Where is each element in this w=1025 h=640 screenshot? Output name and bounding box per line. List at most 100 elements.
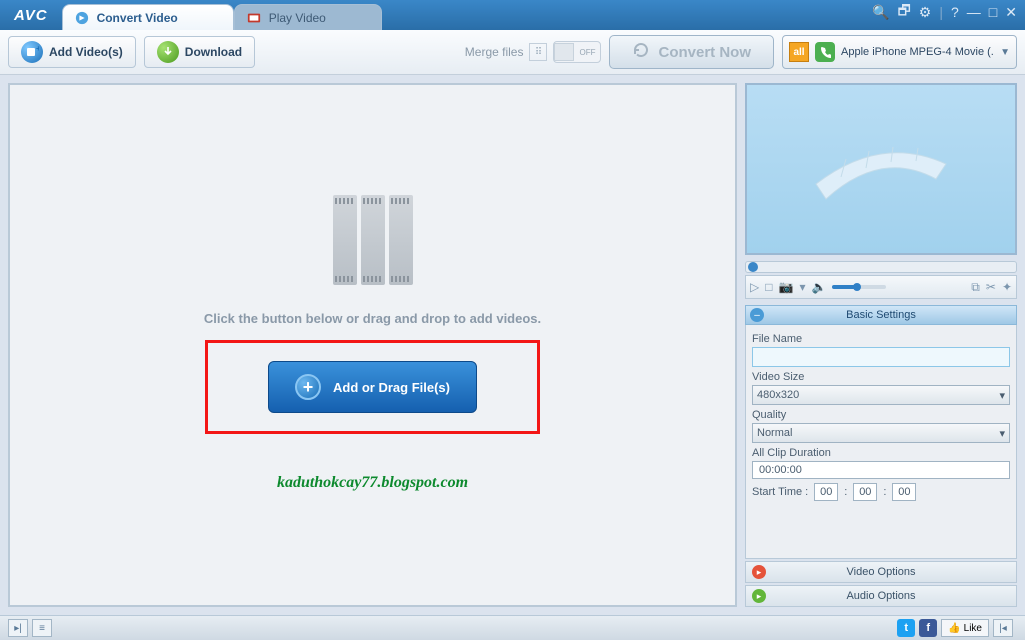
film-strip-icon bbox=[361, 195, 385, 285]
drop-hint-text: Click the button below or drag and drop … bbox=[204, 311, 541, 326]
thumbs-up-icon: 👍 bbox=[948, 623, 960, 634]
like-button[interactable]: 👍 Like bbox=[941, 619, 989, 637]
audio-options-bar[interactable]: ▸ Audio Options bbox=[745, 585, 1017, 607]
play-icon[interactable]: ▷ bbox=[750, 280, 759, 294]
quality-label: Quality bbox=[752, 409, 1010, 421]
seek-bar[interactable] bbox=[745, 261, 1017, 273]
plus-circle-icon: + bbox=[295, 374, 321, 400]
merge-toggle[interactable]: OFF bbox=[553, 41, 601, 63]
basic-settings-panel: File Name Video Size 480x320 ▾ Quality N… bbox=[745, 325, 1017, 559]
app-logo: AVC bbox=[0, 7, 62, 30]
film-strip-icon bbox=[389, 195, 413, 285]
button-label: Add Video(s) bbox=[49, 45, 123, 59]
tab-label: Play Video bbox=[269, 11, 326, 25]
chevron-down-icon: ▾ bbox=[999, 427, 1005, 440]
chevron-down-icon: ▼ bbox=[1000, 47, 1010, 58]
video-size-select[interactable]: 480x320 ▾ bbox=[752, 385, 1010, 405]
drop-zone[interactable]: Click the button below or drag and drop … bbox=[8, 83, 737, 607]
svg-text:+: + bbox=[36, 45, 39, 53]
film-strip-placeholder bbox=[333, 195, 413, 285]
film-preview-icon bbox=[806, 124, 956, 214]
audio-dot-icon: ▸ bbox=[752, 589, 766, 603]
stop-icon[interactable]: □ bbox=[765, 280, 772, 294]
tab-label: Convert Video bbox=[97, 11, 178, 25]
output-profile-selector[interactable]: all Apple iPhone MPEG-4 Movie (... ▼ bbox=[782, 35, 1017, 69]
twitter-icon[interactable]: t bbox=[897, 619, 915, 637]
phone-icon bbox=[815, 42, 835, 62]
volume-icon[interactable]: 🔈 bbox=[811, 280, 826, 294]
bar-label: Video Options bbox=[847, 566, 916, 578]
window-controls: 🔍 🗗 ⚙ | ? — □ ✕ bbox=[866, 0, 1025, 30]
help-icon[interactable]: ? bbox=[951, 4, 959, 20]
refresh-icon bbox=[632, 41, 650, 63]
start-time-label: Start Time : bbox=[752, 486, 808, 498]
list-view-button[interactable]: ≡ bbox=[32, 619, 52, 637]
merge-label: Merge files bbox=[465, 45, 524, 59]
chevron-down-icon[interactable]: ▾ bbox=[799, 280, 805, 294]
volume-knob[interactable] bbox=[853, 283, 861, 291]
next-button[interactable]: |◂ bbox=[993, 619, 1013, 637]
seek-knob[interactable] bbox=[748, 262, 758, 272]
lock-icon[interactable]: 🗗 bbox=[898, 0, 911, 24]
effects-icon[interactable]: ✦ bbox=[1002, 280, 1012, 294]
like-label: Like bbox=[964, 623, 982, 634]
play-icon bbox=[247, 11, 261, 25]
preview-area bbox=[745, 83, 1017, 255]
watermark-text: kaduthokcay77.blogspot.com bbox=[277, 474, 468, 492]
merge-files-group: Merge files ⠿ OFF bbox=[465, 41, 602, 63]
all-clip-duration-label: All Clip Duration bbox=[752, 447, 1010, 459]
download-button[interactable]: Download bbox=[144, 36, 255, 68]
title-bar: AVC Convert Video Play Video 🔍 🗗 ⚙ | ? —… bbox=[0, 0, 1025, 30]
select-value: Normal bbox=[757, 427, 792, 439]
add-video-icon: + bbox=[21, 41, 43, 63]
minimize-icon[interactable]: — bbox=[967, 4, 981, 20]
video-options-bar[interactable]: ▸ Video Options bbox=[745, 561, 1017, 583]
separator: | bbox=[939, 4, 943, 20]
chevron-down-icon: ▾ bbox=[999, 389, 1005, 402]
toggle-handle bbox=[554, 43, 574, 61]
merge-dots-icon: ⠿ bbox=[529, 43, 547, 61]
quality-select[interactable]: Normal ▾ bbox=[752, 423, 1010, 443]
toolbar: + Add Video(s) Download Merge files ⠿ OF… bbox=[0, 30, 1025, 75]
close-icon[interactable]: ✕ bbox=[1005, 4, 1017, 21]
gear-icon[interactable]: ⚙ bbox=[919, 4, 932, 21]
video-size-label: Video Size bbox=[752, 371, 1010, 383]
button-label: Add or Drag File(s) bbox=[333, 380, 450, 395]
button-label: Download bbox=[185, 45, 242, 59]
main-area: Click the button below or drag and drop … bbox=[0, 75, 1025, 615]
file-name-input[interactable] bbox=[752, 347, 1010, 367]
crop-icon[interactable]: ⧉ bbox=[971, 280, 980, 295]
search-icon[interactable]: 🔍 bbox=[872, 4, 889, 21]
prev-button[interactable]: ▸| bbox=[8, 619, 28, 637]
snapshot-icon[interactable]: 📷 bbox=[778, 280, 793, 294]
start-time-seconds[interactable]: 00 bbox=[892, 483, 916, 501]
status-bar: ▸| ≡ t f 👍 Like |◂ bbox=[0, 615, 1025, 640]
volume-slider[interactable] bbox=[832, 285, 886, 289]
download-icon bbox=[157, 41, 179, 63]
tab-play-video[interactable]: Play Video bbox=[234, 4, 382, 30]
start-time-hours[interactable]: 00 bbox=[814, 483, 838, 501]
all-formats-icon: all bbox=[789, 42, 809, 62]
toggle-state: OFF bbox=[574, 48, 600, 57]
collapse-icon[interactable]: – bbox=[750, 308, 764, 322]
cut-icon[interactable]: ✂ bbox=[986, 280, 996, 294]
bar-label: Audio Options bbox=[846, 590, 915, 602]
button-label: Convert Now bbox=[658, 44, 751, 61]
highlight-annotation: + Add or Drag File(s) bbox=[205, 340, 540, 434]
header-label: Basic Settings bbox=[846, 309, 916, 321]
film-strip-icon bbox=[333, 195, 357, 285]
add-or-drag-files-button[interactable]: + Add or Drag File(s) bbox=[268, 361, 477, 413]
basic-settings-header[interactable]: – Basic Settings bbox=[745, 305, 1017, 325]
facebook-icon[interactable]: f bbox=[919, 619, 937, 637]
all-clip-duration-value: 00:00:00 bbox=[752, 461, 1010, 479]
tab-convert-video[interactable]: Convert Video bbox=[62, 4, 234, 30]
video-dot-icon: ▸ bbox=[752, 565, 766, 579]
add-videos-button[interactable]: + Add Video(s) bbox=[8, 36, 136, 68]
start-time-minutes[interactable]: 00 bbox=[853, 483, 877, 501]
maximize-icon[interactable]: □ bbox=[989, 4, 997, 20]
convert-now-button[interactable]: Convert Now bbox=[609, 35, 774, 69]
app-tabs: Convert Video Play Video bbox=[62, 4, 867, 30]
player-controls: ▷ □ 📷 ▾ 🔈 ⧉ ✂ ✦ bbox=[745, 275, 1017, 299]
convert-icon bbox=[75, 11, 89, 25]
profile-text: Apple iPhone MPEG-4 Movie (... bbox=[841, 46, 994, 58]
